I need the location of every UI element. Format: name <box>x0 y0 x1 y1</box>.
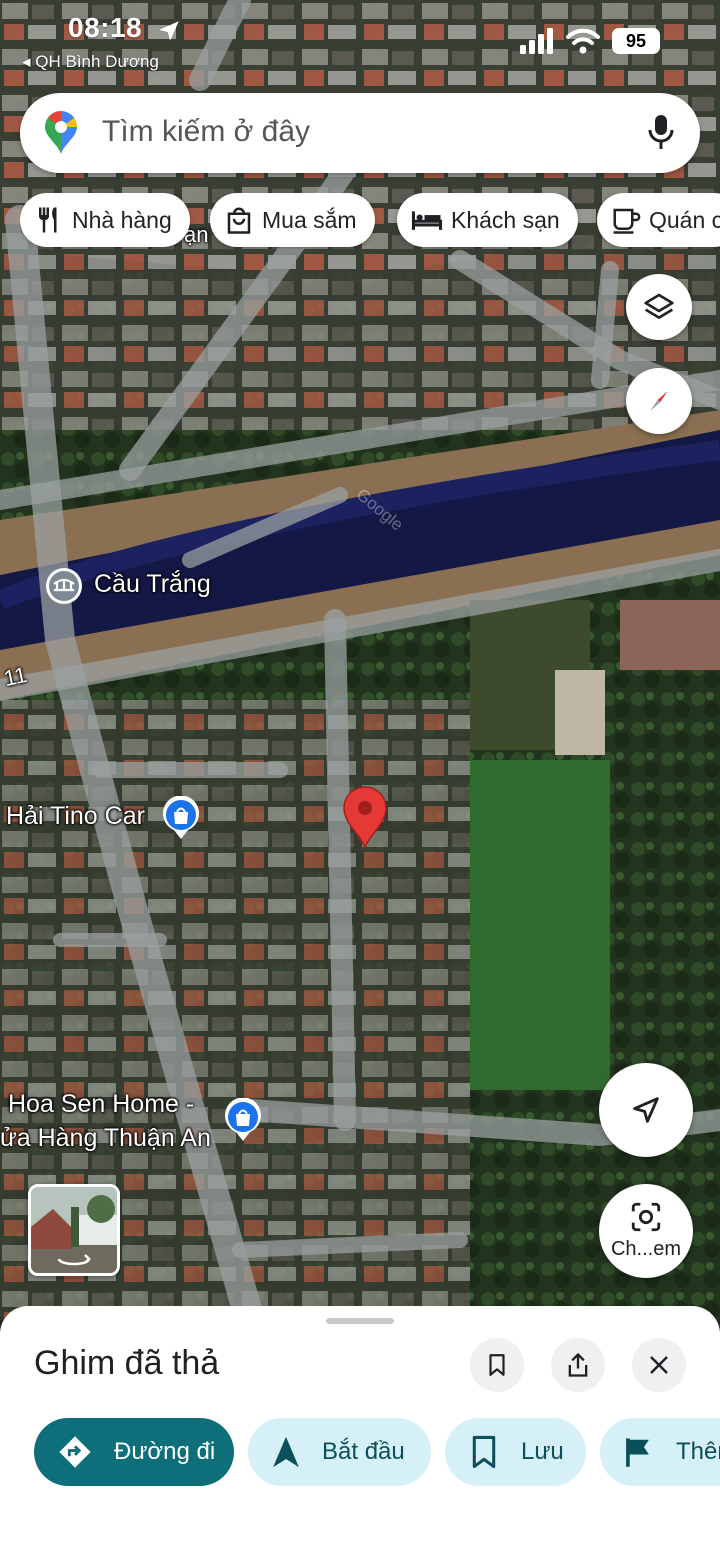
layers-icon <box>644 293 674 319</box>
battery-indicator: 95 <box>612 28 660 54</box>
compass-icon <box>650 391 668 411</box>
place-bottom-sheet[interactable]: Ghim đã thả Đường đi Bắt đầu Lưu Thê <box>0 1306 720 1557</box>
bookmark-outline-icon <box>489 1354 505 1376</box>
google-lens-button[interactable]: Ch...em <box>599 1184 693 1278</box>
map-label-shop-hai-tino[interactable]: Hải Tino Car <box>6 802 145 831</box>
close-icon <box>650 1356 668 1374</box>
chip-hotels-label: Khách sạn <box>451 206 560 233</box>
lens-camera-icon <box>631 1202 661 1232</box>
directions-label: Đường đi <box>114 1438 216 1465</box>
restaurant-icon <box>39 207 57 233</box>
map-label-bridge[interactable]: Cầu Trắng <box>94 570 211 599</box>
chip-shopping-label: Mua sắm <box>262 206 357 233</box>
location-arrow-icon <box>159 21 179 41</box>
shopping-poi-icon[interactable] <box>160 795 202 845</box>
directions-icon <box>59 1436 91 1468</box>
dropped-pin-icon[interactable] <box>342 786 388 855</box>
save-button[interactable]: Lưu <box>445 1418 586 1486</box>
wifi-icon <box>566 28 600 54</box>
street-view-thumbnail[interactable] <box>28 1184 120 1276</box>
chip-restaurants-label: Nhà hàng <box>72 206 172 233</box>
bridge-poi-icon[interactable] <box>44 566 84 611</box>
sheet-drag-handle[interactable] <box>326 1318 394 1324</box>
share-button[interactable] <box>551 1338 605 1392</box>
navigation-arrow-icon <box>633 1097 659 1123</box>
more-button[interactable]: Thêm <box>600 1418 720 1486</box>
compass-button[interactable] <box>626 368 692 434</box>
cellular-signal-icon <box>520 28 553 54</box>
map-label-road-number: 11 <box>1 661 30 692</box>
status-time: 08:18 <box>68 12 143 43</box>
shopping-poi-icon-2[interactable] <box>222 1097 264 1147</box>
navigate-arrow-icon <box>273 1436 299 1468</box>
bookmark-icon <box>472 1435 496 1469</box>
save-bookmark-button[interactable] <box>470 1338 524 1392</box>
microphone-icon[interactable] <box>648 114 674 150</box>
chip-coffee[interactable]: Quán c <box>597 193 720 247</box>
share-icon <box>568 1353 588 1377</box>
map-label-shop-hoa-sen-line2[interactable]: ửa Hàng Thuận An <box>0 1124 211 1153</box>
street-view-image <box>31 1187 117 1273</box>
flag-icon <box>626 1438 649 1467</box>
place-title: Ghim đã thả <box>34 1344 220 1382</box>
chip-shopping[interactable]: Mua sắm <box>210 193 375 247</box>
category-chips: Nhà hàng Mua sắm Khách sạn Quán c <box>20 193 720 249</box>
close-button[interactable] <box>632 1338 686 1392</box>
coffee-icon <box>613 208 641 234</box>
chip-restaurants[interactable]: Nhà hàng <box>20 193 190 247</box>
hotel-bed-icon <box>411 211 443 230</box>
start-button[interactable]: Bắt đầu <box>248 1418 431 1486</box>
save-label: Lưu <box>521 1438 564 1465</box>
start-label: Bắt đầu <box>322 1438 405 1465</box>
lens-label: Ch...em <box>610 1238 682 1260</box>
more-label: Thêm <box>676 1438 720 1465</box>
layers-button[interactable] <box>626 274 692 340</box>
search-bar[interactable]: Tìm kiếm ở đây <box>20 93 700 173</box>
back-to-app-link[interactable]: ◂ QH Bình Dương <box>22 52 159 72</box>
google-maps-logo-icon <box>45 111 77 154</box>
status-bar: 08:18 ◂ QH Bình Dương 95 <box>0 0 720 80</box>
search-input[interactable]: Tìm kiếm ở đây <box>102 115 310 149</box>
chip-hotels[interactable]: Khách sạn <box>397 193 578 247</box>
chip-coffee-label: Quán c <box>649 206 720 233</box>
my-location-button[interactable] <box>599 1063 693 1157</box>
shopping-bag-icon <box>227 207 251 234</box>
map-label-shop-hoa-sen-line1[interactable]: Hoa Sen Home - <box>8 1090 194 1119</box>
directions-button[interactable]: Đường đi <box>34 1418 234 1486</box>
